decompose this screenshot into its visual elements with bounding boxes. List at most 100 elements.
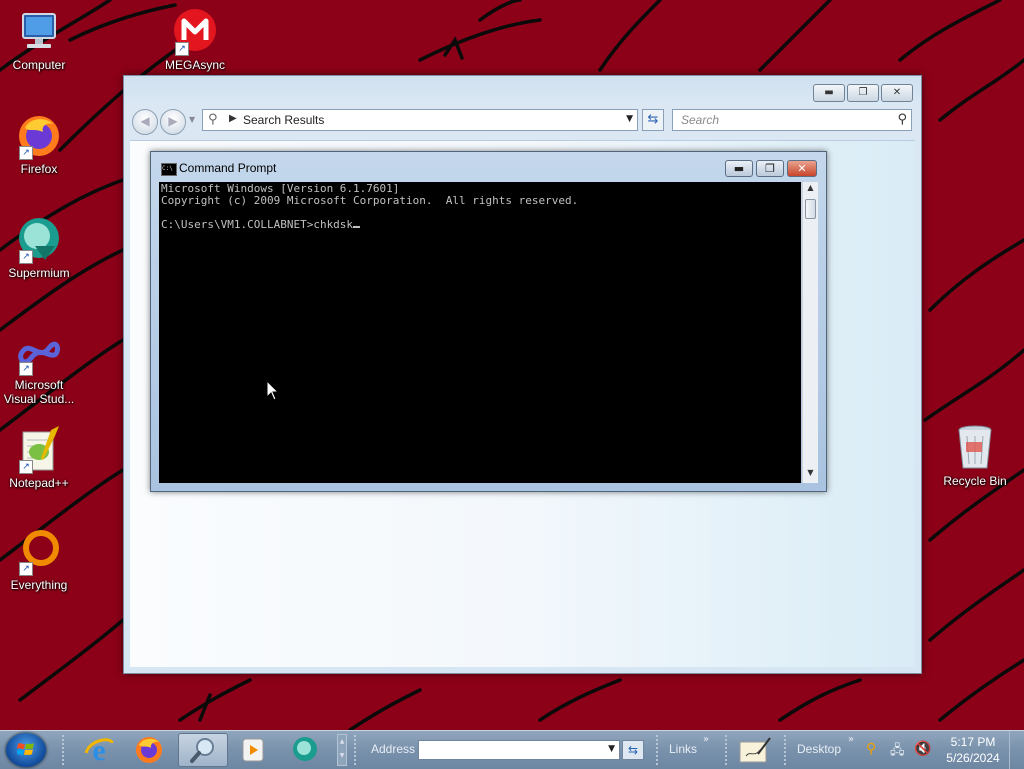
desktop-icon-supermium[interactable]: ↗ Supermium <box>0 216 78 280</box>
desktop-icon-label: Microsoft Visual Stud... <box>3 378 75 406</box>
taskbar: e ▲ ▼ Address ▼ ⇆ Links » Desktop » ⚲ 🖧 … <box>0 730 1024 769</box>
address-toolbar-label: Address <box>371 742 416 756</box>
network-icon[interactable]: 🖧 <box>890 741 905 763</box>
tray-search-icon[interactable]: ⚲ <box>866 741 876 757</box>
taskbar-address-input[interactable]: ▼ <box>418 740 620 760</box>
firefox-icon <box>136 737 162 763</box>
desktop-icon-label: MEGAsync <box>164 58 225 72</box>
scrollbar-thumb[interactable] <box>805 199 816 219</box>
maximize-button[interactable]: ❐ <box>847 84 879 102</box>
shortcut-arrow-icon: ↗ <box>19 250 33 264</box>
toolbar-grip[interactable] <box>354 735 360 765</box>
desktop-icon-everything[interactable]: ↗ Everything <box>0 528 78 592</box>
clock-time: 5:17 PM <box>950 735 996 749</box>
console-output[interactable]: Microsoft Windows [Version 6.1.7601] Copy… <box>159 182 801 483</box>
explorer-caption-buttons: ▬ ❐ ✕ <box>813 84 913 102</box>
computer-icon <box>15 8 63 56</box>
desktop-toolbar-label: Desktop <box>797 742 842 756</box>
desktop-icon-computer[interactable]: Computer <box>0 8 78 72</box>
refresh-button[interactable]: ⇆ <box>642 109 664 131</box>
search-icon[interactable]: ⚲ <box>897 112 907 127</box>
desktop-icon-notepadpp[interactable]: ↗ Notepad++ <box>0 426 78 490</box>
everything-icon: ↗ <box>15 528 63 576</box>
supermium-icon <box>293 737 317 761</box>
command-prompt-icon: C:\ <box>161 163 177 176</box>
paint-icon <box>739 737 771 763</box>
scroll-down-arrow-icon[interactable]: ▼ <box>803 468 818 482</box>
shortcut-arrow-icon: ↗ <box>19 460 33 474</box>
recycle-bin-icon <box>951 424 999 472</box>
address-bar[interactable]: ⚲ ▶ Search Results ▼ <box>202 109 638 131</box>
window-title: Command Prompt <box>179 161 277 175</box>
taskbar-firefox[interactable] <box>126 733 172 767</box>
desktop-icon-megasync[interactable]: ↗ MEGAsync <box>156 8 234 72</box>
visual-studio-icon: ↗ <box>15 328 63 376</box>
close-button[interactable]: ✕ <box>787 160 817 177</box>
recent-pages-dropdown[interactable]: ▼ <box>189 115 195 124</box>
console-line: Copyright (c) 2009 Microsoft Corporation… <box>161 194 579 207</box>
forward-button[interactable]: ▶ <box>160 109 186 135</box>
desktop-chevron-icon[interactable]: » <box>848 734 854 745</box>
links-chevron-icon[interactable]: » <box>703 734 709 745</box>
console-prompt-line: C:\Users\VM1.COLLABNET>chkdsk <box>161 219 799 231</box>
links-toolbar-label: Links <box>669 742 698 756</box>
toolbar-grip[interactable] <box>725 735 731 765</box>
go-button[interactable]: ⇆ <box>622 740 644 760</box>
address-dropdown-icon[interactable]: ▼ <box>626 114 633 124</box>
desktop-icon-recycle-bin[interactable]: Recycle Bin <box>936 424 1014 488</box>
toolbar-grip[interactable] <box>656 735 662 765</box>
text-cursor <box>353 226 361 228</box>
shortcut-arrow-icon: ↗ <box>175 42 189 56</box>
desktop-icon-visual-studio[interactable]: ↗ Microsoft Visual Stud... <box>0 328 78 406</box>
search-icon <box>190 738 214 763</box>
firefox-icon: ↗ <box>15 112 63 160</box>
toolbar-grip[interactable] <box>62 735 68 765</box>
megasync-icon: ↗ <box>171 8 219 56</box>
vertical-scrollbar[interactable]: ▲ ▼ <box>802 182 818 483</box>
taskbar-search[interactable] <box>178 733 228 767</box>
cmd-caption-buttons: ▬ ❐ ✕ <box>725 160 817 177</box>
back-button[interactable]: ◀ <box>132 109 158 135</box>
media-player-icon <box>242 738 264 762</box>
desktop-icon-label: Everything <box>10 578 68 592</box>
supermium-icon: ↗ <box>15 216 63 264</box>
command-prompt-window[interactable]: C:\ Command Prompt ▬ ❐ ✕ Microsoft Windo… <box>150 151 827 492</box>
volume-muted-icon[interactable]: 🔇 <box>914 741 931 757</box>
search-box[interactable]: Search ⚲ <box>672 109 912 131</box>
taskbar-media-player[interactable] <box>230 733 276 767</box>
system-clock[interactable]: 5:17 PM 5/26/2024 <box>942 734 1004 766</box>
start-button[interactable] <box>6 733 46 767</box>
mouse-pointer-icon <box>266 380 280 401</box>
search-placeholder: Search <box>681 113 720 127</box>
taskbar-supermium[interactable] <box>282 733 328 767</box>
windows-logo-icon <box>17 743 34 756</box>
desktop-icon-label: Computer <box>12 58 66 72</box>
scroll-down-arrow-icon[interactable]: ▼ <box>338 749 346 763</box>
taskbar-internet-explorer[interactable]: e <box>76 733 122 767</box>
console-command: C:\Users\VM1.COLLABNET>chkdsk <box>161 218 354 231</box>
taskbar-paint-shortcut[interactable] <box>738 736 772 764</box>
show-desktop-button[interactable] <box>1009 731 1024 769</box>
desktop-icon-label: Notepad++ <box>9 476 69 490</box>
desktop-icon-firefox[interactable]: ↗ Firefox <box>0 112 78 176</box>
address-dropdown-icon[interactable]: ▼ <box>608 744 615 754</box>
toolbar-grip[interactable] <box>784 735 790 765</box>
notepadpp-icon: ↗ <box>15 426 63 474</box>
scroll-up-arrow-icon[interactable]: ▲ <box>338 735 346 749</box>
close-button[interactable]: ✕ <box>881 84 913 102</box>
minimize-button[interactable]: ▬ <box>813 84 845 102</box>
scroll-up-arrow-icon[interactable]: ▲ <box>803 183 818 197</box>
internet-explorer-icon: e <box>84 734 114 767</box>
minimize-button[interactable]: ▬ <box>725 160 753 177</box>
breadcrumb-arrow-icon[interactable]: ▶ <box>229 113 237 124</box>
search-results-icon: ⚲ <box>208 112 218 127</box>
explorer-navigation-bar: ◀ ▶ ▼ ⚲ ▶ Search Results ▼ ⇆ Search ⚲ <box>132 106 913 135</box>
maximize-button[interactable]: ❐ <box>756 160 784 177</box>
shortcut-arrow-icon: ↗ <box>19 146 33 160</box>
desktop-icon-label: Recycle Bin <box>943 474 1007 488</box>
desktop-icon-label: Supermium <box>8 266 70 280</box>
clock-date: 5/26/2024 <box>946 751 1000 765</box>
shortcut-arrow-icon: ↗ <box>19 562 33 576</box>
taskbar-scroll[interactable]: ▲ ▼ <box>337 734 347 766</box>
desktop-icon-label: Firefox <box>20 162 58 176</box>
